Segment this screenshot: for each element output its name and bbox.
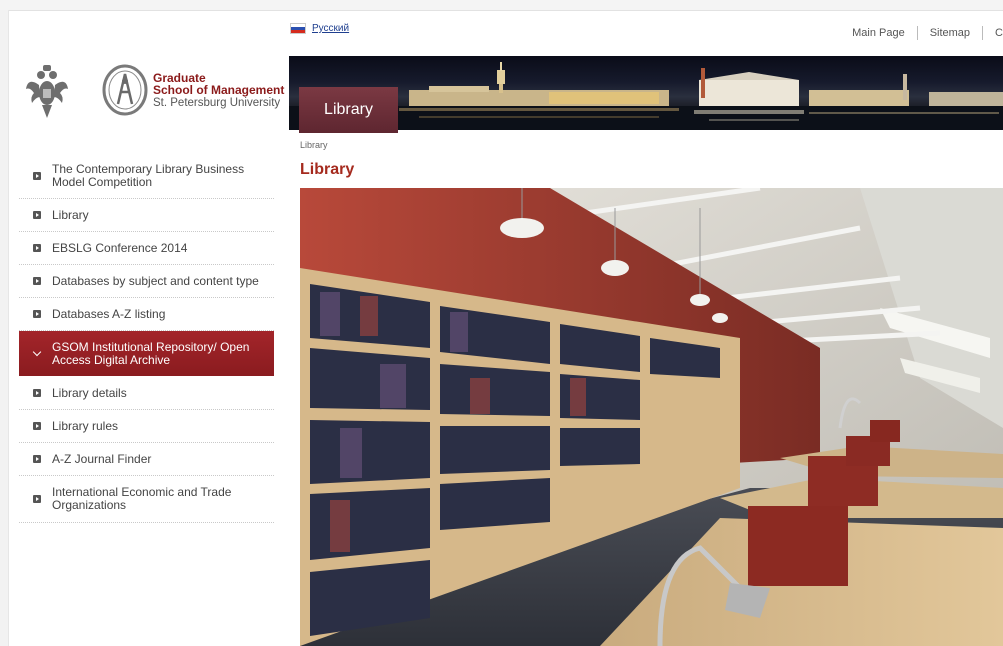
sidebar-item-label: Library details (52, 385, 127, 400)
sidebar-item-databases-a-z[interactable]: Databases A-Z listing (19, 298, 274, 331)
library-photo (300, 188, 1003, 646)
sidebar-item-label: Library rules (52, 418, 119, 433)
sidebar-item-label: EBSLG Conference 2014 (52, 240, 188, 255)
spbu-crest-icon (26, 65, 68, 118)
main-page-link[interactable]: Main Page (852, 27, 905, 39)
sidebar-item-library-rules[interactable]: Library rules (19, 410, 274, 443)
left-edge (0, 10, 9, 646)
arrow-bullet-icon (33, 422, 41, 430)
arrow-bullet-icon (33, 211, 41, 219)
sidebar-item-label: Databases by subject and content type (52, 273, 259, 288)
sidebar-item-label: GSOM Institutional Repository/ Open Acce… (52, 339, 250, 367)
chevron-down-icon (33, 350, 41, 358)
sidebar-item-label: Databases A-Z listing (52, 306, 166, 321)
arrow-bullet-icon (33, 495, 41, 503)
sidebar-item-label: The Contemporary Library Business Model … (52, 162, 245, 189)
sidebar-item-international-organizations[interactable]: International Economic and Trade Organiz… (19, 476, 274, 523)
sidebar-item-label: Library (52, 207, 89, 222)
school-name: Graduate School of Management St. Peters… (153, 72, 284, 109)
language-switch: Русский (290, 23, 349, 34)
contacts-link[interactable]: C (995, 27, 1003, 39)
brand-line-school: School of Management (153, 83, 285, 97)
russian-flag-icon (290, 23, 306, 34)
nav-divider (982, 26, 984, 40)
sidebar-item-journal-finder[interactable]: A-Z Journal Finder (19, 443, 274, 476)
arrow-bullet-icon (33, 455, 41, 463)
breadcrumb[interactable]: Library (300, 140, 328, 150)
arrow-bullet-icon (33, 244, 41, 252)
nav-divider (916, 26, 918, 40)
sidebar-item-gsom-repository[interactable]: GSOM Institutional Repository/ Open Acce… (19, 331, 274, 377)
sidebar-item-databases-by-subject[interactable]: Databases by subject and content type (19, 265, 274, 298)
sidebar-item-library-business-model-competition[interactable]: The Contemporary Library Business Model … (19, 154, 274, 199)
sidebar-item-library[interactable]: Library (19, 199, 274, 232)
gsom-seal-icon (102, 64, 148, 116)
sidebar-item-label: International Economic and Trade Organiz… (52, 485, 232, 512)
arrow-bullet-icon (33, 389, 41, 397)
arrow-bullet-icon (33, 277, 41, 285)
language-link[interactable]: Русский (312, 23, 349, 34)
sitemap-link[interactable]: Sitemap (930, 27, 970, 39)
sidebar-item-label: A-Z Journal Finder (52, 451, 152, 466)
sidebar-item-ebslg-conference[interactable]: EBSLG Conference 2014 (19, 232, 274, 265)
arrow-bullet-icon (33, 172, 41, 180)
top-nav: Main Page Sitemap C (852, 26, 1003, 40)
page-title: Library (300, 161, 355, 178)
top-strip (0, 0, 1003, 11)
brand-line-university: St. Petersburg University (153, 97, 281, 109)
arrow-bullet-icon (33, 310, 41, 318)
sidebar-item-library-details[interactable]: Library details (19, 377, 274, 410)
sidebar-menu: The Contemporary Library Business Model … (19, 154, 274, 523)
banner-library-tab[interactable]: Library (299, 87, 398, 133)
